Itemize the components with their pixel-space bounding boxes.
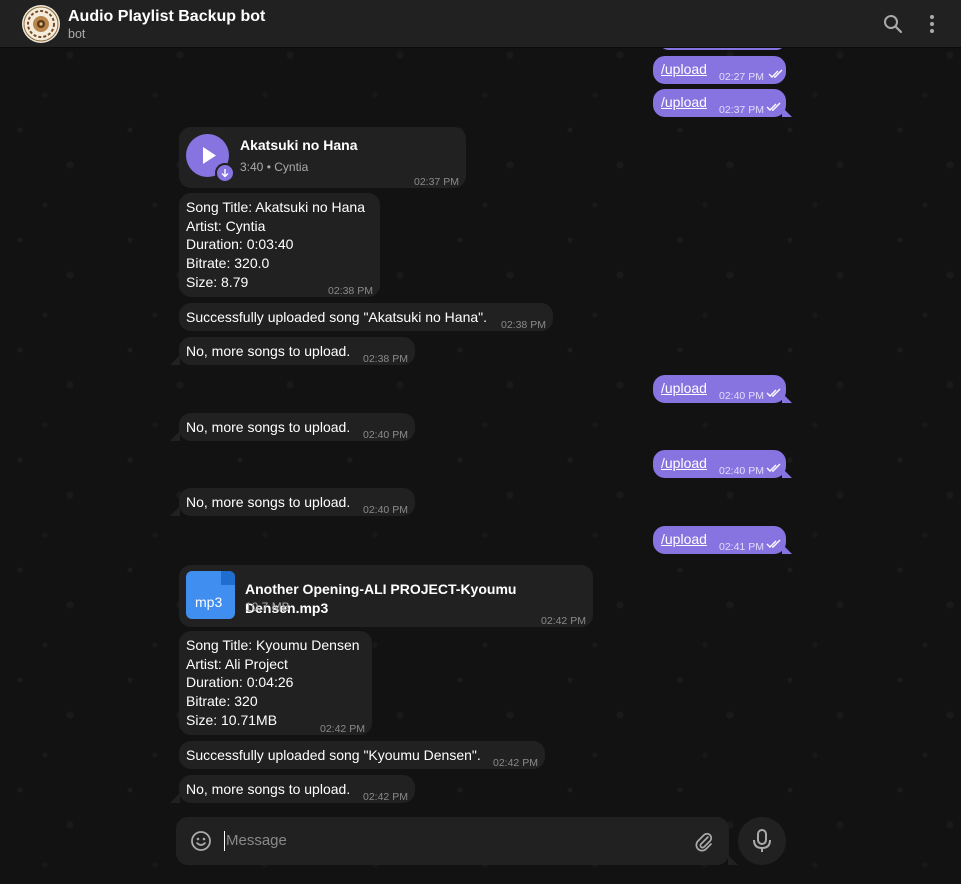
- bitrate-line: Bitrate: 320.0: [186, 255, 270, 271]
- audio-performer: Cyntia: [274, 160, 309, 174]
- bubble-tail: [782, 544, 792, 554]
- double-check-icon: [766, 463, 781, 472]
- download-icon: [221, 169, 229, 178]
- download-badge[interactable]: [215, 163, 235, 183]
- message-time: 02:37 PM: [719, 104, 764, 116]
- message-text: No, more songs to upload.: [186, 419, 351, 435]
- bubble-tail: [782, 393, 792, 403]
- message-time: 02:42 PM: [363, 791, 408, 803]
- message-incoming[interactable]: Successfully uploaded song "Akatsuki no …: [179, 303, 553, 331]
- audio-duration: 3:40: [240, 160, 264, 174]
- command-link[interactable]: /upload: [661, 60, 707, 79]
- message-outgoing[interactable]: /upload 02:41 PM: [653, 526, 786, 554]
- file-size: 10.7 MB: [245, 600, 290, 614]
- message-text: Successfully uploaded song "Kyoumu Dense…: [186, 747, 481, 763]
- chat-subtitle: bot: [68, 27, 86, 41]
- message-time: 02:40 PM: [363, 429, 408, 441]
- message-incoming[interactable]: No, more songs to upload. 02:38 PM: [179, 337, 415, 365]
- bubble-tail: [170, 355, 180, 365]
- message-time: 02:40 PM: [363, 504, 408, 516]
- message-text: Successfully uploaded song "Akatsuki no …: [186, 309, 488, 325]
- message-outgoing[interactable]: /upload 02:40 PM: [653, 450, 786, 478]
- duration-line: Duration: 0:03:40: [186, 236, 294, 252]
- message-time: 02:42 PM: [320, 723, 365, 735]
- message-time: 02:41 PM: [719, 541, 764, 553]
- message-text: No, more songs to upload.: [186, 343, 351, 359]
- duration-line: Duration: 0:04:26: [186, 674, 294, 690]
- command-link[interactable]: /upload: [661, 93, 707, 112]
- message-time: 02:40 PM: [719, 390, 764, 402]
- message-outgoing[interactable]: /upload 02:40 PM: [653, 375, 786, 403]
- size-line: Size: 10.71MB: [186, 712, 278, 728]
- message-incoming[interactable]: Successfully uploaded song "Kyoumu Dense…: [179, 741, 545, 769]
- double-check-icon: [766, 539, 781, 548]
- avatar[interactable]: [22, 5, 60, 43]
- chat-header[interactable]: Audio Playlist Backup bot bot: [0, 0, 961, 48]
- paperclip-icon[interactable]: [693, 831, 715, 853]
- bitrate-line: Bitrate: 320: [186, 693, 258, 709]
- chat-title: Audio Playlist Backup bot: [68, 8, 266, 25]
- double-check-icon: [766, 102, 781, 111]
- message-text: No, more songs to upload.: [186, 781, 351, 797]
- message-time: 02:38 PM: [501, 319, 546, 331]
- message-incoming[interactable]: Song Title: Akatsuki no Hana Artist: Cyn…: [179, 193, 380, 297]
- message-time: 02:37 PM: [414, 176, 459, 188]
- microphone-icon: [753, 829, 771, 852]
- bubble-tail: [170, 431, 180, 441]
- bubble-tail: [170, 793, 180, 803]
- file-icon[interactable]: mp3: [186, 571, 235, 619]
- smile-icon[interactable]: [190, 830, 212, 852]
- bubble-tail: [782, 468, 792, 478]
- double-check-icon: [768, 69, 783, 78]
- audio-title: Akatsuki no Hana: [240, 137, 358, 153]
- search-icon[interactable]: [881, 12, 905, 36]
- size-line: Size: 8.79: [186, 274, 249, 290]
- record-button[interactable]: [738, 817, 786, 865]
- file-message[interactable]: mp3 Another Opening-ALI PROJECT-Kyoumu D…: [179, 565, 593, 627]
- audio-meta: 3:40 • Cyntia: [240, 158, 308, 177]
- file-corner-fold: [221, 571, 235, 585]
- message-time: 02:38 PM: [328, 285, 373, 297]
- composer-tail: [728, 855, 738, 865]
- command-link[interactable]: /upload: [661, 379, 707, 398]
- message-time: 02:42 PM: [541, 615, 586, 627]
- message-outgoing[interactable]: /upload 02:27 PM: [653, 56, 786, 84]
- message-outgoing[interactable]: /upload 02:37 PM: [653, 89, 786, 117]
- text-caret: [224, 831, 225, 851]
- message-time: 02:42 PM: [493, 757, 538, 769]
- more-vertical-icon[interactable]: [920, 12, 944, 36]
- double-check-icon: [766, 388, 781, 397]
- song-title-line: Song Title: Kyoumu Densen: [186, 637, 360, 653]
- bubble-tail: [782, 107, 792, 117]
- audio-message[interactable]: Akatsuki no Hana 3:40 • Cyntia 02:37 PM: [179, 127, 466, 188]
- message-time: 02:40 PM: [719, 465, 764, 477]
- message-time: 02:38 PM: [363, 353, 408, 365]
- file-extension: mp3: [195, 594, 223, 610]
- message-incoming[interactable]: No, more songs to upload. 02:40 PM: [179, 488, 415, 516]
- message-input[interactable]: Message: [226, 832, 287, 849]
- artist-line: Artist: Cyntia: [186, 218, 266, 234]
- bubble-tail: [170, 506, 180, 516]
- message-incoming[interactable]: Song Title: Kyoumu Densen Artist: Ali Pr…: [179, 631, 372, 735]
- message-time: 02:27 PM: [719, 71, 764, 83]
- command-link[interactable]: /upload: [661, 454, 707, 473]
- message-text: No, more songs to upload.: [186, 494, 351, 510]
- song-title-line: Song Title: Akatsuki no Hana: [186, 199, 365, 215]
- artist-line: Artist: Ali Project: [186, 656, 288, 672]
- message-composer[interactable]: Message: [176, 817, 729, 865]
- message-incoming[interactable]: No, more songs to upload. 02:40 PM: [179, 413, 415, 441]
- command-link[interactable]: /upload: [661, 530, 707, 549]
- message-incoming[interactable]: No, more songs to upload. 02:42 PM: [179, 775, 415, 803]
